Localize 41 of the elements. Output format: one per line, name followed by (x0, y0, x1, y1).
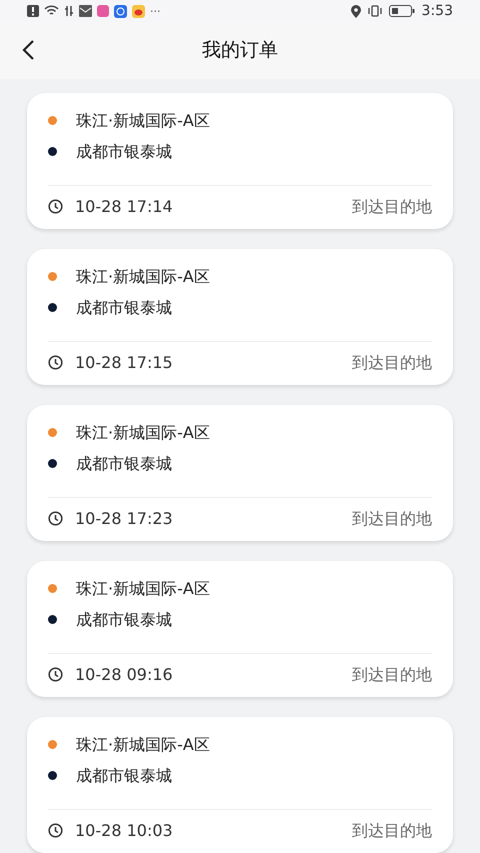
app-icon (97, 5, 109, 17)
order-card[interactable]: 珠江·新城国际-A区 成都市银泰城 10-28 17:15 到达目的地 (27, 249, 453, 385)
order-time: 10-28 10:03 (75, 820, 173, 842)
origin-text: 珠江·新城国际-A区 (76, 734, 210, 756)
alert-icon (27, 5, 39, 17)
page-title: 我的订单 (202, 38, 278, 64)
order-time: 10-28 09:16 (75, 664, 173, 686)
clock-icon (48, 823, 63, 838)
location-icon (350, 4, 361, 18)
destination-text: 成都市银泰城 (76, 452, 172, 474)
order-status: 到达目的地 (352, 820, 432, 842)
order-card[interactable]: 珠江·新城国际-A区 成都市银泰城 10-28 10:03 到达目的地 (27, 717, 453, 853)
origin-text: 珠江·新城国际-A区 (76, 266, 210, 288)
order-time: 10-28 17:23 (75, 508, 173, 530)
order-card[interactable]: 珠江·新城国际-A区 成都市银泰城 10-28 17:14 到达目的地 (27, 93, 453, 229)
back-icon (22, 39, 34, 61)
order-status: 到达目的地 (352, 508, 432, 530)
order-status: 到达目的地 (352, 196, 432, 218)
order-time: 10-28 17:15 (75, 352, 173, 374)
clock-icon (48, 667, 63, 682)
destination-text: 成都市银泰城 (76, 608, 172, 630)
clock-icon (48, 511, 63, 526)
clock-icon (48, 199, 63, 214)
destination-text: 成都市银泰城 (76, 140, 172, 162)
clock-time: 3:53 (422, 4, 453, 18)
origin-text: 珠江·新城国际-A区 (76, 422, 210, 444)
origin-text: 珠江·新城国际-A区 (76, 578, 210, 600)
order-status: 到达目的地 (352, 664, 432, 686)
clock-icon (48, 355, 63, 370)
mail-icon (79, 5, 92, 17)
more-text: ··· (150, 6, 160, 16)
order-status: 到达目的地 (352, 352, 432, 374)
wifi-icon (44, 5, 59, 17)
order-card[interactable]: 珠江·新城国际-A区 成都市银泰城 10-28 17:23 到达目的地 (27, 405, 453, 541)
vibrate-icon (368, 5, 382, 17)
battery-icon (388, 5, 415, 17)
destination-text: 成都市银泰城 (76, 764, 172, 786)
origin-text: 珠江·新城国际-A区 (76, 110, 210, 132)
order-card[interactable]: 珠江·新城国际-A区 成都市银泰城 10-28 09:16 到达目的地 (27, 561, 453, 697)
destination-text: 成都市银泰城 (76, 296, 172, 318)
order-time: 10-28 17:14 (75, 196, 173, 218)
